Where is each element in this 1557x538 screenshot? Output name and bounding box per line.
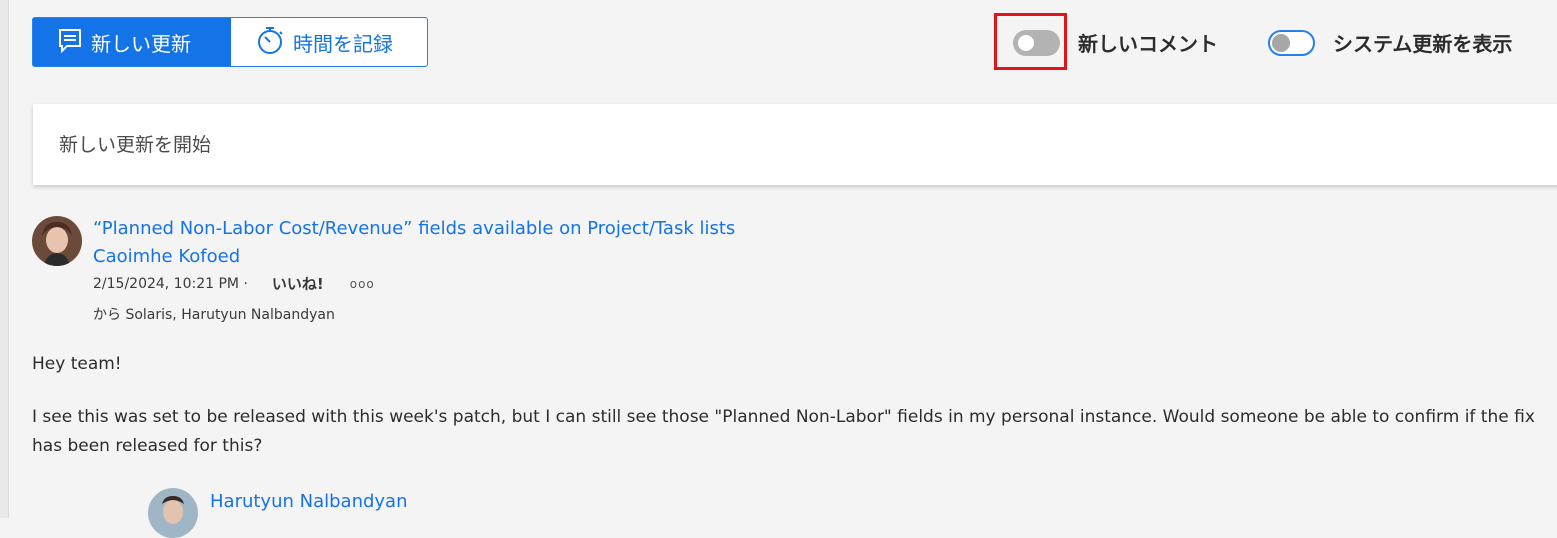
log-time-label: 時間を記録	[293, 31, 393, 56]
left-panel-edge	[0, 0, 9, 518]
log-time-button[interactable]: 時間を記録	[231, 18, 427, 66]
comment-lines-icon	[57, 27, 83, 58]
post-body-line: I see this was set to be released with t…	[32, 407, 1535, 427]
new-update-label: 新しい更新	[91, 31, 191, 56]
system-updates-toggle[interactable]	[1268, 29, 1315, 56]
stopwatch-icon	[255, 25, 285, 60]
post-greeting: Hey team!	[32, 354, 122, 374]
post-author-link[interactable]: Caoimhe Kofoed	[93, 246, 240, 267]
more-options-button[interactable]: ooo	[350, 277, 375, 291]
reply-author-avatar[interactable]	[148, 488, 198, 538]
post-timestamp: 2/15/2024, 10:21 PM ·	[93, 275, 248, 292]
post-title-link[interactable]: “Planned Non-Labor Cost/Revenue” fields …	[93, 218, 735, 239]
post-source: から Solaris, Harutyun Nalbandyan	[93, 307, 335, 323]
post-meta: 2/15/2024, 10:21 PM · いいね! ooo	[93, 273, 375, 294]
update-mode-switcher: 新しい更新 時間を記録	[32, 17, 428, 67]
toggle-knob	[1272, 33, 1290, 52]
post-body-line: has been released for this?	[32, 436, 263, 456]
composer-placeholder: 新しい更新を開始	[59, 134, 212, 156]
new-comment-label: 新しいコメント	[1078, 32, 1218, 56]
like-button[interactable]: いいね!	[272, 273, 324, 294]
new-update-button[interactable]: 新しい更新	[33, 18, 231, 66]
new-update-input[interactable]: 新しい更新を開始	[33, 104, 1557, 185]
author-avatar[interactable]	[32, 216, 82, 266]
system-updates-label: システム更新を表示	[1333, 32, 1513, 56]
reply-author-link[interactable]: Harutyun Nalbandyan	[210, 491, 408, 512]
highlight-box	[994, 13, 1067, 70]
system-updates-toggle-group: システム更新を表示	[1268, 28, 1512, 57]
